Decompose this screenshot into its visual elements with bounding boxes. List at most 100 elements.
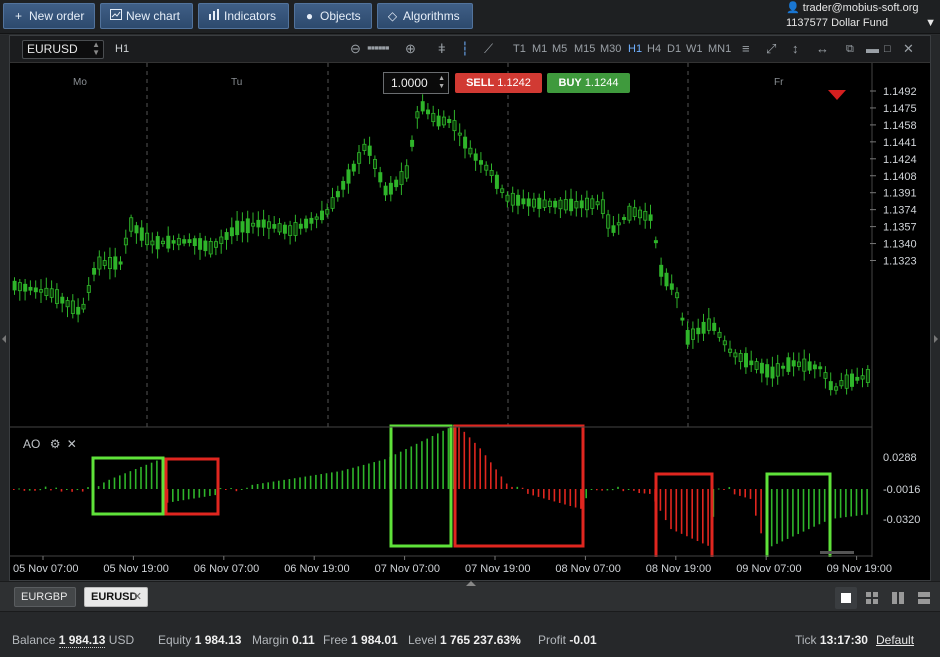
candle bbox=[12, 280, 17, 291]
candle-chart-type-icon[interactable]: ┆ bbox=[461, 41, 469, 57]
candle bbox=[574, 200, 579, 209]
ao-bar bbox=[304, 476, 307, 489]
zoom-out-icon[interactable]: ⊖ bbox=[350, 41, 361, 57]
collapse-left-icon[interactable] bbox=[2, 335, 6, 343]
account-panel[interactable]: 👤 trader@mobius-soft.org 1137577 Dollar … bbox=[786, 1, 936, 31]
candle bbox=[600, 199, 605, 214]
ao-bar bbox=[659, 489, 662, 511]
balance-value[interactable]: 1 984.13 bbox=[58, 633, 106, 648]
candle bbox=[139, 227, 144, 241]
objects-button[interactable]: ● Objects bbox=[294, 3, 372, 29]
quantity-input[interactable]: 1.0000 ▲ ▼ bbox=[383, 72, 449, 94]
ao-bar bbox=[219, 488, 222, 490]
timeframe-w1[interactable]: W1 bbox=[686, 43, 703, 55]
tab-eurusd[interactable]: EURUSD ✕ bbox=[84, 587, 148, 607]
candle bbox=[129, 217, 134, 232]
candle bbox=[447, 119, 452, 123]
new-chart-button[interactable]: New chart bbox=[100, 3, 193, 29]
candle bbox=[823, 372, 828, 379]
bar-chart-type-icon[interactable]: ǂ bbox=[438, 41, 446, 57]
candle bbox=[553, 200, 558, 208]
ao-bar bbox=[13, 489, 15, 490]
candle bbox=[770, 366, 775, 379]
line-chart-type-icon[interactable]: ⟋ bbox=[484, 41, 493, 57]
ao-bar bbox=[717, 488, 720, 490]
candle bbox=[622, 217, 627, 220]
timeframe-m1[interactable]: M1 bbox=[532, 43, 547, 55]
ao-bar bbox=[808, 489, 810, 530]
candle bbox=[81, 303, 86, 310]
ao-bar bbox=[543, 489, 545, 499]
status-bar: Balance 1 984.13 USD Equity 1 984.13 Mar… bbox=[0, 611, 940, 657]
close-chart-icon[interactable]: ✕ bbox=[903, 41, 914, 57]
price-tick-label: 1.1323 bbox=[883, 256, 917, 268]
buy-button[interactable]: BUY 1.1244 bbox=[547, 73, 630, 93]
maximize-icon[interactable]: □ bbox=[884, 41, 891, 57]
candle bbox=[675, 292, 680, 299]
chart-plot[interactable]: Mo Tu Fr 1.1492 1.1475 1.1458 1.1441 1.1424 1.1… bbox=[10, 63, 930, 580]
candle bbox=[70, 300, 75, 314]
candle bbox=[293, 222, 298, 236]
candle bbox=[473, 153, 478, 161]
ao-bar bbox=[760, 489, 762, 534]
minimize-icon[interactable]: ▬ bbox=[866, 41, 879, 57]
candle bbox=[33, 287, 38, 293]
ao-tick-label: 0.0288 bbox=[883, 452, 917, 464]
autoscroll-icon[interactable]: ⤢ bbox=[766, 41, 776, 57]
left-collapse-strip[interactable] bbox=[0, 35, 9, 581]
day-label: Tu bbox=[231, 77, 242, 88]
horizontal-scale-icon[interactable]: ↔ bbox=[816, 41, 829, 57]
timeframe-h4[interactable]: H4 bbox=[647, 43, 661, 55]
ao-bar bbox=[813, 489, 815, 527]
candle bbox=[17, 282, 22, 292]
ao-bar bbox=[71, 489, 73, 492]
close-tab-icon[interactable]: ✕ bbox=[133, 588, 142, 606]
symbol-selector[interactable]: EURUSD ▲ ▼ bbox=[22, 40, 104, 59]
timeframe-mn1[interactable]: MN1 bbox=[708, 43, 731, 55]
zoom-slider[interactable]: ▪▪▪▪▪▪ bbox=[367, 40, 390, 56]
candle bbox=[728, 348, 733, 353]
dropdown-arrow-icon[interactable]: ▼ bbox=[925, 16, 936, 31]
timeframe-m30[interactable]: M30 bbox=[600, 43, 621, 55]
timeframe-h1[interactable]: H1 bbox=[628, 43, 642, 55]
expand-panel-icon[interactable] bbox=[466, 581, 476, 586]
scrollbar[interactable] bbox=[820, 551, 854, 554]
candle bbox=[49, 288, 54, 298]
candle bbox=[744, 353, 749, 368]
ao-bar bbox=[28, 489, 31, 491]
collapse-right-icon[interactable] bbox=[934, 335, 938, 343]
new-order-button[interactable]: + New order bbox=[3, 3, 95, 29]
close-indicator-icon[interactable]: ✕ bbox=[67, 437, 77, 451]
time-tick-label: 09 Nov 19:00 bbox=[827, 563, 892, 575]
layout-grid-button[interactable] bbox=[861, 587, 883, 609]
time-tick-label: 07 Nov 07:00 bbox=[375, 563, 440, 575]
ao-bar bbox=[495, 469, 497, 489]
indicators-tool-icon[interactable]: ≡ bbox=[742, 41, 750, 57]
layout-columns-button[interactable] bbox=[887, 587, 909, 609]
default-link[interactable]: Default bbox=[876, 633, 914, 647]
right-collapse-strip[interactable] bbox=[931, 35, 940, 581]
zoom-in-icon[interactable]: ⊕ bbox=[405, 41, 416, 57]
layout-single-button[interactable] bbox=[835, 587, 857, 609]
vertical-scale-icon[interactable]: ↕ bbox=[792, 41, 799, 57]
gear-icon[interactable]: ⚙ bbox=[50, 437, 61, 451]
indicators-button[interactable]: Indicators bbox=[198, 3, 289, 29]
detach-icon[interactable]: ⧉ bbox=[846, 41, 854, 57]
new-order-label: New order bbox=[29, 9, 85, 23]
algorithms-button[interactable]: ◇ Algorithms bbox=[377, 3, 473, 29]
ao-bar bbox=[770, 489, 773, 547]
tab-eurgbp[interactable]: EURGBP bbox=[14, 587, 76, 607]
quantity-spinner-icon[interactable]: ▲ ▼ bbox=[438, 75, 445, 91]
timeframe-m5[interactable]: M5 bbox=[552, 43, 567, 55]
ao-bar bbox=[87, 487, 89, 489]
layout-rows-button[interactable] bbox=[913, 587, 935, 609]
indicator-name: AO bbox=[23, 437, 41, 451]
balance-status: Balance 1 984.13 USD bbox=[12, 633, 134, 648]
timeframe-d1[interactable]: D1 bbox=[667, 43, 681, 55]
profit-label: Profit bbox=[538, 633, 567, 647]
timeframe-t1[interactable]: T1 bbox=[513, 43, 526, 55]
candle bbox=[791, 360, 796, 367]
timeframe-m15[interactable]: M15 bbox=[574, 43, 595, 55]
sell-button[interactable]: SELL 1.1242 bbox=[455, 73, 542, 93]
candle bbox=[616, 222, 621, 226]
